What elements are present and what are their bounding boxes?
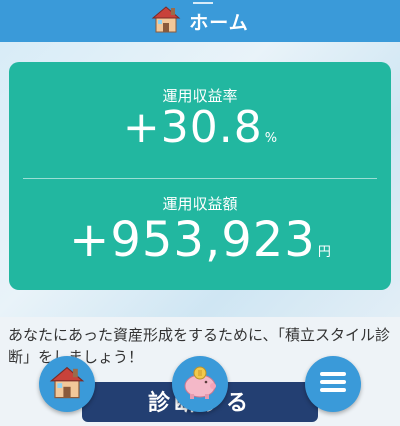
amount-label: 運用収益額 [162, 195, 238, 213]
amount-value: +953,923 [69, 212, 316, 268]
nav-menu-button[interactable] [305, 356, 361, 412]
performance-card: 運用収益率 +30.8% 運用収益額 +953,923 円 [9, 62, 391, 290]
nav-savings-button[interactable] [172, 356, 228, 412]
card-divider [23, 178, 377, 179]
menu-icon [318, 369, 348, 399]
rate-value-group: +30.8% [9, 102, 391, 153]
app-header: ホーム [0, 0, 400, 42]
page-title: ホーム [189, 11, 249, 34]
rate-unit: % [264, 131, 278, 146]
house-icon [49, 364, 85, 404]
amount-unit: 円 [317, 245, 331, 260]
amount-value-group: +953,923 円 [9, 212, 391, 268]
rate-value: +30.8 [122, 102, 263, 153]
header-indicator [193, 2, 213, 4]
piggy-bank-icon [180, 364, 220, 404]
nav-home-button[interactable] [39, 356, 95, 412]
house-icon [151, 4, 181, 38]
